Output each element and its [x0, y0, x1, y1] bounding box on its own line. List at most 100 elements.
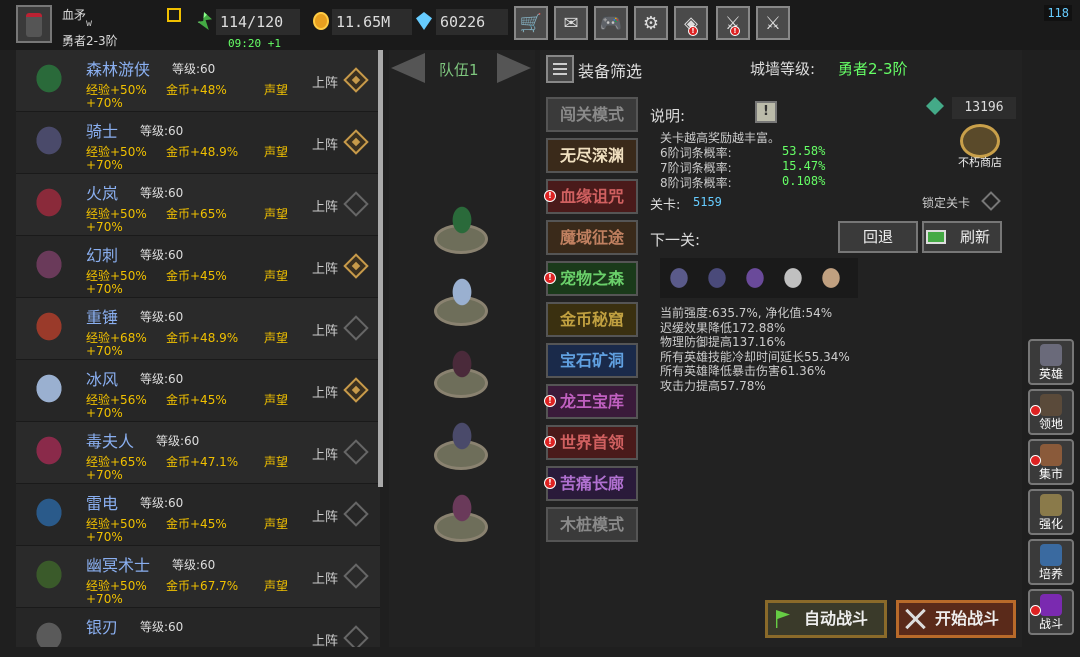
team-hero-sprite[interactable]: [445, 484, 479, 532]
equipment-filter-icon[interactable]: [546, 55, 574, 83]
hero-row[interactable]: 毒夫人 等级:60 经验+65% 金币+47.1% 声望 +70% 上阵: [16, 422, 380, 484]
alert-icon: !: [544, 190, 556, 202]
hero-row[interactable]: 重锤 等级:60 经验+68% 金币+48.9% 声望 +70% 上阵: [16, 298, 380, 360]
deploy-button[interactable]: 上阵: [312, 630, 338, 647]
sword-crossed-button[interactable]: ⚔: [756, 6, 790, 40]
stage-label: 关卡:: [650, 198, 681, 213]
hero-name: 毒夫人: [86, 432, 135, 451]
side-nav-label: 英雄: [1038, 367, 1063, 381]
deploy-toggle[interactable]: [343, 563, 369, 589]
alert-icon: !: [544, 272, 556, 284]
next-team-arrow[interactable]: [497, 53, 531, 83]
prev-team-arrow[interactable]: [391, 53, 425, 83]
settings-gear-icon: ⚙: [642, 12, 660, 34]
deploy-toggle[interactable]: [343, 377, 369, 403]
deploy-button[interactable]: 上阵: [312, 320, 338, 339]
hero-gold: 金币+45%: [166, 517, 227, 531]
hero-row[interactable]: 幽冥术士 等级:60 经验+50% 金币+67.7% 声望 +70% 上阵: [16, 546, 380, 608]
back-button[interactable]: 回退: [838, 221, 918, 253]
deploy-toggle[interactable]: [343, 315, 369, 341]
hero-fame2: +70%: [86, 158, 123, 172]
hero-fame2: +70%: [86, 220, 123, 234]
gamepad-button[interactable]: 🎮: [594, 6, 628, 40]
deploy-toggle[interactable]: [343, 501, 369, 527]
hero-list-scrollbar[interactable]: [378, 50, 383, 487]
deploy-toggle[interactable]: [343, 67, 369, 93]
deploy-button[interactable]: 上阵: [312, 196, 338, 215]
player-name: 血矛: [62, 8, 87, 22]
deploy-toggle[interactable]: [343, 625, 369, 647]
deploy-toggle[interactable]: [343, 129, 369, 155]
hero-gold: 金币+48.9%: [166, 145, 239, 159]
deploy-toggle[interactable]: [343, 439, 369, 465]
mail-icon: ✉: [563, 12, 579, 34]
edit-name-icon[interactable]: [167, 8, 181, 22]
mode-button[interactable]: 木桩模式: [546, 507, 638, 542]
mode-button[interactable]: 宠物之森: [546, 261, 638, 296]
player-avatar[interactable]: [16, 5, 52, 43]
side-nav-train-potion[interactable]: 培养: [1028, 539, 1074, 585]
hero-sprite: [24, 490, 74, 540]
deploy-button[interactable]: 上阵: [312, 258, 338, 277]
hero-list[interactable]: 森林游侠 等级:60 经验+50% 金币+48% 声望 +70% 上阵 骑士 等级:60 经验+5…: [16, 50, 380, 647]
team-hero-sprite[interactable]: [445, 196, 479, 244]
top-bar: 血矛 w 勇者2-3阶 114/120 09:20 +1 11.65M 6022…: [0, 0, 1080, 50]
hero-row[interactable]: 火岚 等级:60 经验+50% 金币+65% 声望 +70% 上阵: [16, 174, 380, 236]
mode-button[interactable]: 龙王宝库: [546, 384, 638, 419]
mode-button[interactable]: 闯关模式: [546, 97, 638, 132]
hero-name: 骑士: [86, 122, 119, 141]
team-hero-sprite[interactable]: [445, 268, 479, 316]
hero-row[interactable]: 冰风 等级:60 经验+56% 金币+45% 声望 +70% 上阵: [16, 360, 380, 422]
hero-helmet-icon: [1040, 344, 1062, 366]
immortal-shop-icon[interactable]: [960, 124, 1000, 158]
team-label: 队伍1: [439, 61, 479, 79]
deploy-toggle[interactable]: [343, 253, 369, 279]
mode-button[interactable]: 魔域征途: [546, 220, 638, 255]
auto-battle-button[interactable]: 自动战斗: [765, 600, 887, 638]
mode-button[interactable]: 世界首领: [546, 425, 638, 460]
deploy-button[interactable]: 上阵: [312, 72, 338, 91]
immortal-shop-label[interactable]: 不朽商店: [958, 154, 1002, 170]
side-nav-hero-helmet[interactable]: 英雄: [1028, 339, 1074, 385]
hero-fame: 声望: [264, 579, 289, 593]
hero-gold: 金币+48%: [166, 83, 227, 97]
side-nav-label: 领地: [1038, 417, 1063, 431]
team-hero-sprite[interactable]: [445, 412, 479, 460]
hero-row[interactable]: 雷电 等级:60 经验+50% 金币+45% 声望 +70% 上阵: [16, 484, 380, 546]
alert-icon: !: [730, 26, 740, 36]
deploy-button[interactable]: 上阵: [312, 444, 338, 463]
hero-gold: 金币+65%: [166, 207, 227, 221]
hero-sprite: [24, 304, 74, 354]
hero-row[interactable]: 幻刺 等级:60 经验+50% 金币+45% 声望 +70% 上阵: [16, 236, 380, 298]
deploy-button[interactable]: 上阵: [312, 568, 338, 587]
equipment-filter-label[interactable]: 装备筛选: [578, 58, 642, 82]
team-column: 队伍1: [389, 50, 535, 647]
shop-cart-button[interactable]: 🛒: [514, 6, 548, 40]
mode-button[interactable]: 宝石矿洞: [546, 343, 638, 378]
alert-icon: !: [544, 477, 556, 489]
deploy-button[interactable]: 上阵: [312, 382, 338, 401]
deploy-button[interactable]: 上阵: [312, 506, 338, 525]
deploy-toggle[interactable]: [343, 191, 369, 217]
settings-gear-button[interactable]: ⚙: [634, 6, 668, 40]
mode-button[interactable]: 苦痛长廊: [546, 466, 638, 501]
hero-row[interactable]: 骑士 等级:60 经验+50% 金币+48.9% 声望 +70% 上阵: [16, 112, 380, 174]
info-icon[interactable]: !: [755, 101, 777, 123]
hero-level: 等级:60: [156, 434, 200, 448]
team-hero-sprite[interactable]: [445, 340, 479, 388]
hero-row[interactable]: 森林游侠 等级:60 经验+50% 金币+48% 声望 +70% 上阵: [16, 50, 380, 112]
deploy-button[interactable]: 上阵: [312, 134, 338, 153]
mode-button[interactable]: 血缘诅咒: [546, 179, 638, 214]
enemy-sprite: [778, 261, 808, 295]
hero-name: 火岚: [86, 184, 119, 203]
hero-sprite: [24, 428, 74, 478]
alert-icon: !: [544, 395, 556, 407]
hero-row[interactable]: 银刃 等级:60 上阵: [16, 608, 380, 647]
hero-fame2: +70%: [86, 592, 123, 606]
hero-level: 等级:60: [172, 62, 216, 76]
hero-level: 等级:60: [172, 558, 216, 572]
mode-button[interactable]: 无尽深渊: [546, 138, 638, 173]
mode-button[interactable]: 金币秘窟: [546, 302, 638, 337]
mail-button[interactable]: ✉: [554, 6, 588, 40]
side-nav-enhance-anvil[interactable]: 强化: [1028, 489, 1074, 535]
